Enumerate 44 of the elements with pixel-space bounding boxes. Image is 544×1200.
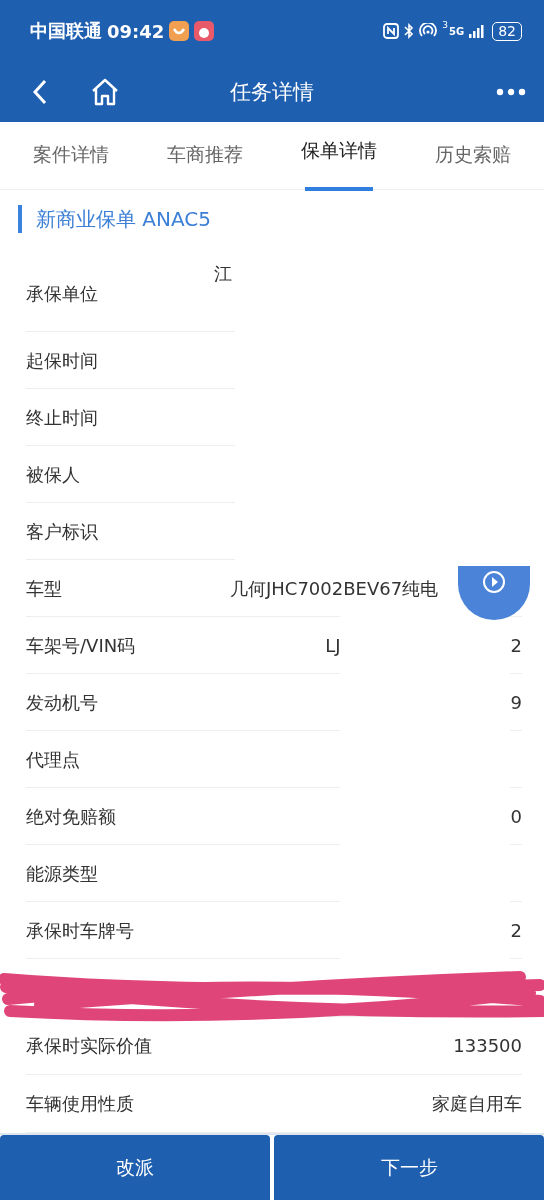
tab[interactable]: 历史索赔 [431,122,515,189]
field-value: 9 [510,692,522,713]
field-value: 2 [510,920,522,941]
field-label: 被保人 [26,462,81,487]
field-label: 承保时车牌号 [26,918,135,943]
reassign-button[interactable]: 改派 [0,1135,270,1200]
field-label: 绝对免赔额 [26,804,117,829]
bluetooth-icon [404,23,415,39]
floating-play-button[interactable] [458,566,530,620]
field-label: 承保单位 [26,282,99,306]
more-icon[interactable] [496,88,526,96]
tab[interactable]: 案件详情 [29,122,113,189]
field-value: 0 [510,806,522,827]
carrier-text: 中国联通 [30,19,102,43]
sim-number: 3 [442,20,448,30]
hotspot-icon [419,23,438,39]
field-label: 终止时间 [26,405,99,430]
field-label: 代理点 [26,747,81,772]
page-title: 任务详情 [230,79,314,106]
tab[interactable]: 保单详情 [297,120,381,191]
field-label: 能源类型 [26,861,99,886]
field-label: 车型 [26,576,63,601]
field-value: 几何JHC7002BEV67纯电 [230,576,439,601]
field-value: LJ [325,635,341,656]
field-label: 车架号/VIN码 [26,633,137,658]
field-label: 客户标识 [26,519,99,544]
field-value: 133500 [453,1035,522,1056]
back-icon[interactable] [32,79,48,105]
field-label: 车辆使用性质 [26,1091,135,1116]
field-value: 家庭自用车 [432,1091,522,1116]
field-label: 发动机号 [26,690,99,715]
network-type: 5G [449,25,465,37]
battery-level: 82 [492,21,522,41]
play-icon [482,570,506,594]
field-label: 承保时实际价值 [26,1033,153,1058]
field-value: 江 [214,262,232,286]
field-label: 起保时间 [26,348,99,373]
nfc-icon [383,23,400,39]
home-icon[interactable] [90,78,120,106]
next-button[interactable]: 下一步 [274,1135,544,1200]
clock-time: 09:42 [107,20,165,42]
section-title: 新商业保单 ANAC5 [18,205,212,233]
tab[interactable]: 车商推荐 [163,122,247,189]
field-value: 2 [510,635,522,656]
